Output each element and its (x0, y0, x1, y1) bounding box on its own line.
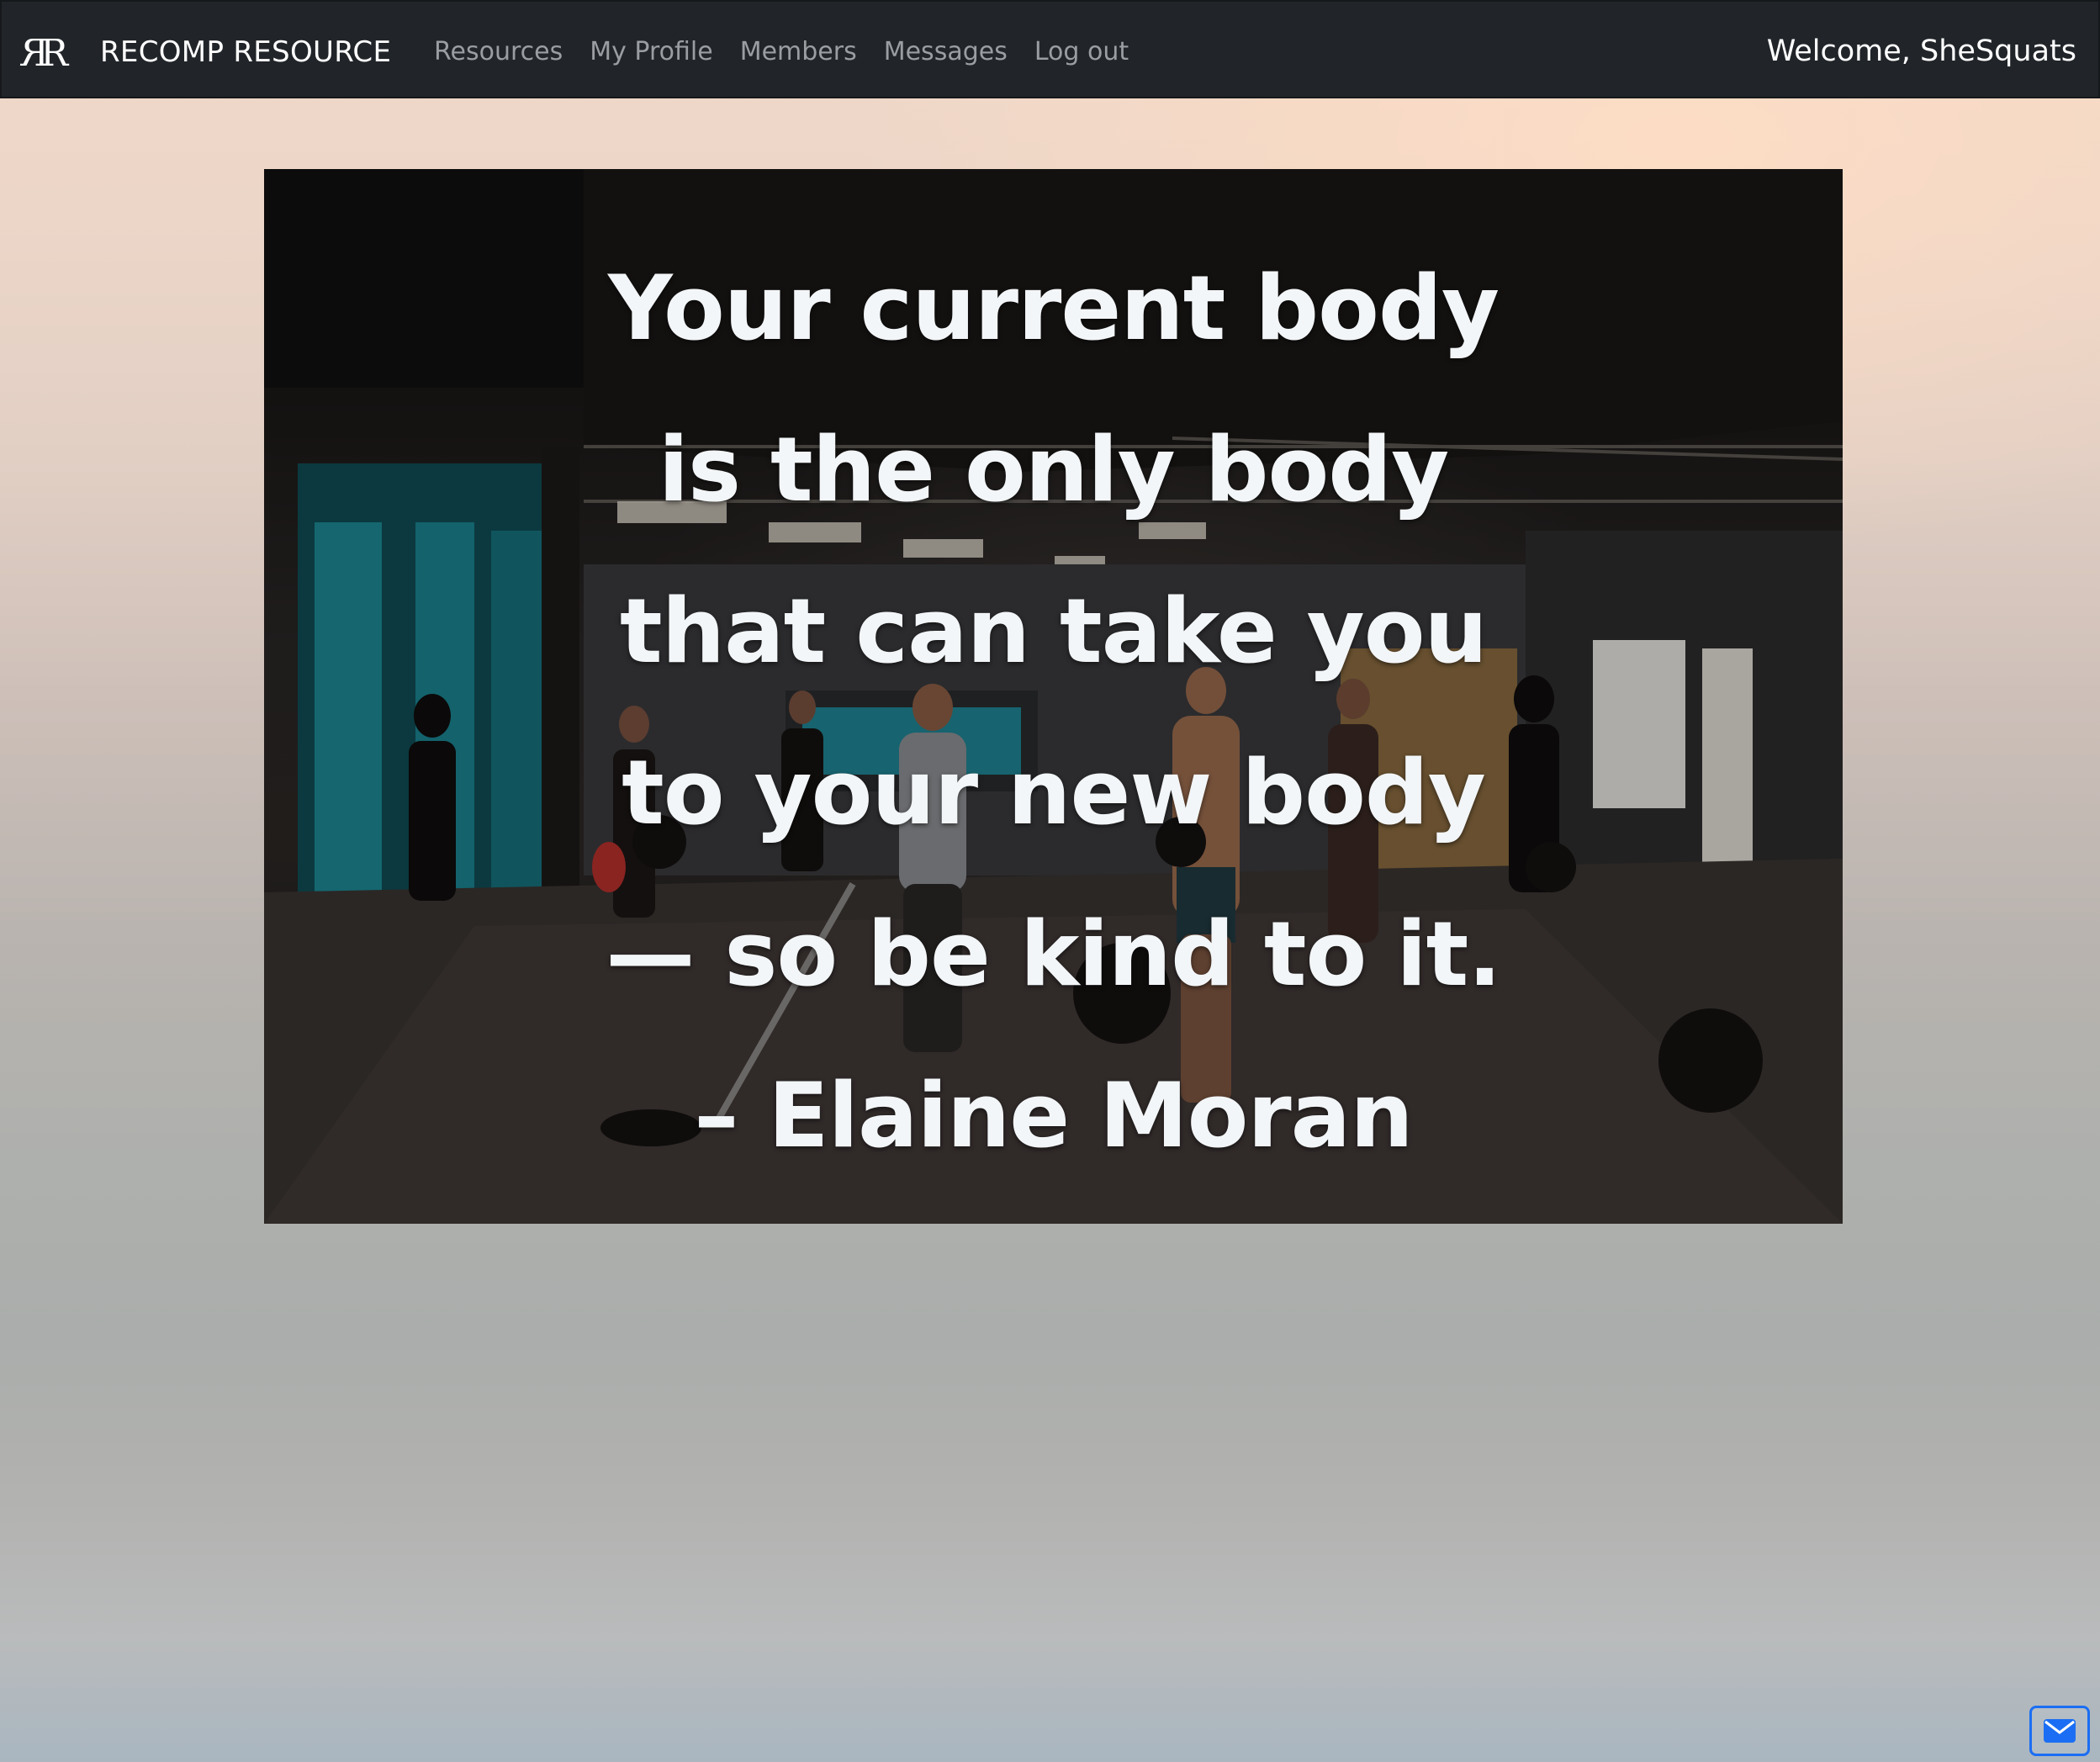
nav-link-my-profile[interactable]: My Profile (576, 32, 726, 72)
message-button[interactable] (2029, 1706, 2090, 1756)
quote-author: – Elaine Moran (694, 1064, 1413, 1167)
quote-line: — so be kind to it. (606, 902, 1501, 1006)
quote-text: Your current body is the only body that … (264, 228, 1843, 1197)
nav-links: Resources My Profile Members Messages Lo… (434, 32, 1142, 72)
nav-link-log-out[interactable]: Log out (1021, 32, 1142, 72)
navbar: R R RECOMP RESOURCE Resources My Profile… (0, 0, 2100, 98)
quote-line: to your new body (622, 741, 1486, 844)
svg-text:R: R (40, 32, 70, 72)
quote-line: Your current body (608, 257, 1500, 360)
quote-line: is the only body (658, 418, 1450, 521)
quote-line: that can take you (620, 579, 1488, 683)
hero-quote-image: Your current body is the only body that … (264, 169, 1843, 1224)
nav-link-resources[interactable]: Resources (434, 32, 576, 72)
brand-name[interactable]: RECOMP RESOURCE (100, 32, 391, 72)
envelope-icon (2044, 1719, 2076, 1743)
nav-link-members[interactable]: Members (727, 32, 870, 72)
brand-logo-icon[interactable]: R R (20, 30, 76, 72)
welcome-message: Welcome, SheSquats (1766, 34, 2076, 68)
nav-link-messages[interactable]: Messages (870, 32, 1021, 72)
